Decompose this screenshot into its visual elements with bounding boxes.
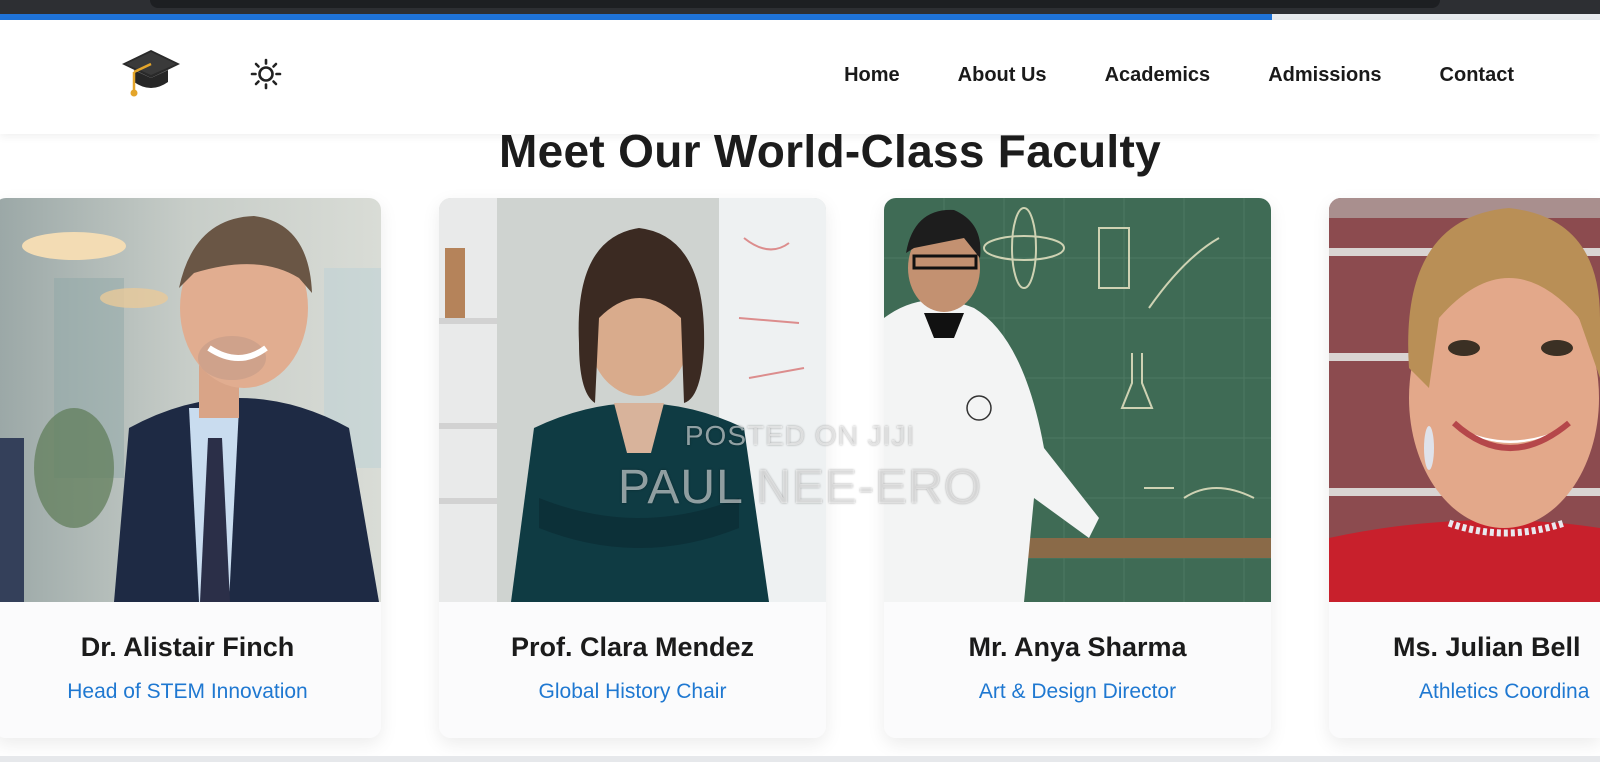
faculty-role: Athletics Coordina	[1419, 680, 1590, 703]
graduation-cap-icon[interactable]	[120, 46, 182, 102]
site-header: Home About Us Academics Admissions Conta…	[0, 20, 1600, 134]
nav-contact[interactable]: Contact	[1440, 64, 1514, 87]
faculty-card-body: Dr. Alistair Finch Head of STEM Innovati…	[0, 602, 381, 738]
faculty-photo	[0, 198, 381, 602]
faculty-card-3[interactable]: Mr. Anya Sharma Art & Design Director	[884, 198, 1271, 738]
faculty-name: Ms. Julian Bell	[1393, 632, 1581, 662]
faculty-photo	[1329, 198, 1600, 602]
faculty-name: Dr. Alistair Finch	[80, 632, 295, 662]
faculty-card-2[interactable]: Prof. Clara Mendez Global History Chair	[439, 198, 826, 738]
faculty-role: Global History Chair	[538, 680, 727, 703]
faculty-photo	[884, 198, 1271, 602]
faculty-name: Mr. Anya Sharma	[968, 632, 1187, 662]
faculty-card-1[interactable]: Dr. Alistair Finch Head of STEM Innovati…	[0, 198, 381, 738]
browser-top-strip	[0, 0, 1600, 14]
faculty-card-body: Mr. Anya Sharma Art & Design Director	[884, 602, 1271, 738]
sun-icon[interactable]	[250, 58, 282, 90]
faculty-card-4[interactable]: Ms. Julian Bell Athletics Coordina	[1329, 198, 1600, 738]
nav-academics[interactable]: Academics	[1105, 64, 1211, 87]
bottom-divider	[0, 756, 1600, 762]
nav-about-us[interactable]: About Us	[958, 64, 1047, 87]
faculty-role: Art & Design Director	[978, 680, 1177, 703]
faculty-name: Prof. Clara Mendez	[510, 632, 755, 662]
address-bar-edge	[150, 0, 1440, 8]
faculty-card-body: Prof. Clara Mendez Global History Chair	[439, 602, 826, 738]
faculty-photo	[439, 198, 826, 602]
nav-admissions[interactable]: Admissions	[1268, 64, 1381, 87]
faculty-card-body: Ms. Julian Bell Athletics Coordina	[1329, 602, 1600, 738]
main-nav: Home About Us Academics Admissions Conta…	[786, 20, 1514, 130]
nav-home[interactable]: Home	[844, 64, 900, 87]
faculty-role: Head of STEM Innovation	[67, 680, 308, 703]
